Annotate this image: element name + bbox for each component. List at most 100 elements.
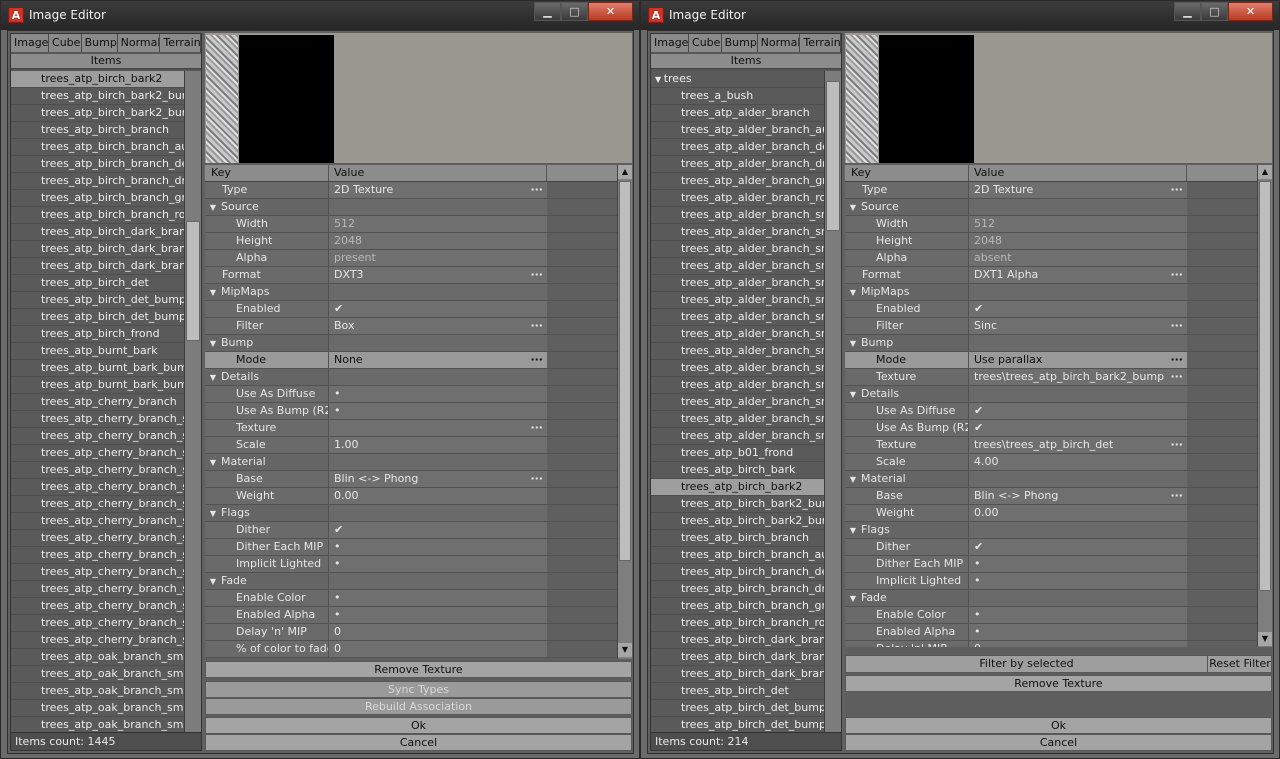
items-scroll-thumb[interactable] (826, 81, 840, 231)
title-bar[interactable]: A Image Editor ▁ □ ✕ (1, 1, 639, 30)
list-item[interactable]: trees_atp_oak_branch_sm1 (11, 649, 185, 666)
list-item[interactable]: trees_atp_birch_branch (11, 122, 185, 139)
list-item[interactable]: trees_atp_birch_branch_dead (651, 564, 825, 581)
property-value[interactable]: ··· (329, 420, 547, 436)
list-item[interactable]: trees_atp_birch_bark2_bump# (651, 513, 825, 530)
property-row[interactable]: Dither Each MIP • (845, 556, 1272, 573)
ok-button[interactable]: Ok (845, 717, 1272, 734)
ellipsis-icon[interactable]: ··· (1170, 437, 1183, 453)
property-row[interactable]: Implicit Lighted • (205, 556, 632, 573)
list-item[interactable]: trees_atp_cherry_branch_sm1_ (11, 428, 185, 445)
list-item[interactable]: trees_atp_birch_dark_branch (11, 224, 185, 241)
list-item[interactable]: trees_atp_cherry_branch_sm1_ (11, 496, 185, 513)
property-row[interactable]: Base Blin <-> Phong ··· (845, 488, 1272, 505)
property-value[interactable]: 2D Texture ··· (969, 182, 1187, 198)
property-row[interactable]: Base Blin <-> Phong ··· (205, 471, 632, 488)
list-item[interactable]: trees_atp_cherry_branch_sm2_ (11, 581, 185, 598)
list-item[interactable]: trees_atp_birch_branch (651, 530, 825, 547)
property-value[interactable]: 1.00 (329, 437, 547, 453)
sync-types-button[interactable]: Sync Types (205, 681, 632, 698)
collapse-triangle-icon[interactable]: ▼ (845, 336, 861, 351)
property-row[interactable]: Texture trees\trees_atp_birch_det ··· (845, 437, 1272, 454)
tab-cube[interactable]: Cube (49, 34, 82, 52)
property-row[interactable]: Implicit Lighted • (845, 573, 1272, 590)
property-row[interactable]: Alpha absent (845, 250, 1272, 267)
list-item[interactable]: trees_atp_cherry_branch_sm1_ (11, 479, 185, 496)
list-item[interactable]: trees_atp_cherry_branch_sm1_ (11, 445, 185, 462)
property-value[interactable]: 2048 (969, 233, 1187, 249)
property-row[interactable]: Enable Color • (845, 607, 1272, 624)
property-value[interactable]: • (969, 573, 1187, 589)
list-item[interactable]: trees_atp_cherry_branch_sm2_ (11, 564, 185, 581)
property-row[interactable]: Weight 0.00 (845, 505, 1272, 522)
reset-filter-button[interactable]: Reset Filter (1209, 656, 1271, 672)
key-column-header[interactable]: Key (845, 165, 969, 181)
list-item[interactable]: trees_atp_birch_bark2_bump# (11, 105, 185, 122)
property-row[interactable]: Use As Bump (R2) • (205, 403, 632, 420)
property-row[interactable]: Scale 1.00 (205, 437, 632, 454)
property-value[interactable]: Blin <-> Phong ··· (329, 471, 547, 487)
list-item[interactable]: trees_atp_birch_dark_branch_ (651, 649, 825, 666)
ellipsis-icon[interactable]: ··· (530, 182, 543, 198)
property-row[interactable]: Enabled ✔ (205, 301, 632, 318)
ellipsis-icon[interactable]: ··· (1170, 488, 1183, 504)
close-button[interactable]: ✕ (1228, 2, 1273, 21)
property-value[interactable]: ✔ (969, 403, 1187, 419)
ellipsis-icon[interactable]: ··· (1170, 352, 1183, 368)
minimize-button[interactable]: ▁ (534, 2, 561, 21)
property-row[interactable]: Mode Use parallax ··· (845, 352, 1272, 369)
property-value[interactable]: 0 (329, 624, 547, 640)
list-item[interactable]: trees_atp_birch_det_bump# (11, 309, 185, 326)
remove-texture-button[interactable]: Remove Texture (205, 661, 632, 678)
list-item[interactable]: trees_atp_birch_branch_green (11, 190, 185, 207)
property-row[interactable]: Dither ✔ (845, 539, 1272, 556)
property-value[interactable]: ✔ (969, 420, 1187, 436)
list-item[interactable]: trees_atp_alder_branch_sm2_ (651, 411, 825, 428)
ellipsis-icon[interactable]: ··· (530, 267, 543, 283)
property-group[interactable]: ▼ MipMaps (205, 284, 632, 301)
list-item[interactable]: trees_atp_birch_branch_green (651, 598, 825, 615)
scroll-up-icon[interactable]: ▲ (618, 165, 632, 179)
list-item[interactable]: trees_atp_alder_branch_sm2_ (651, 428, 825, 445)
property-group[interactable]: ▼ Flags (845, 522, 1272, 539)
property-value[interactable]: DXT3 ··· (329, 267, 547, 283)
property-row[interactable]: Width 512 (845, 216, 1272, 233)
collapse-triangle-icon[interactable]: ▼ (205, 285, 221, 300)
list-item[interactable]: trees_atp_burnt_bark_bump (11, 360, 185, 377)
list-item[interactable]: trees_atp_birch_frond (11, 326, 185, 343)
list-item[interactable]: trees_atp_alder_branch_sm1_ (651, 224, 825, 241)
property-row[interactable]: Use As Bump (R2) ✔ (845, 420, 1272, 437)
property-row[interactable]: Width 512 (205, 216, 632, 233)
items-scrollbar[interactable] (824, 71, 841, 732)
ellipsis-icon[interactable]: ··· (530, 318, 543, 334)
property-value[interactable]: • (329, 556, 547, 572)
list-item[interactable]: trees_atp_alder_branch_dry (651, 156, 825, 173)
collapse-triangle-icon[interactable]: ▼ (205, 336, 221, 351)
key-column-header[interactable]: Key (205, 165, 329, 181)
properties-scrollbar[interactable]: ▲ ▼ (617, 165, 632, 659)
property-value[interactable]: Blin <-> Phong ··· (969, 488, 1187, 504)
ellipsis-icon[interactable]: ··· (530, 471, 543, 487)
list-item[interactable]: trees_atp_alder_branch_sm1_ (651, 258, 825, 275)
property-value[interactable]: 4.00 (969, 454, 1187, 470)
list-item[interactable]: trees_atp_birch_branch_dry (651, 581, 825, 598)
list-item[interactable]: trees_atp_oak_branch_sm1_g (11, 717, 185, 732)
property-row[interactable]: Dither ✔ (205, 522, 632, 539)
list-item[interactable]: trees_atp_alder_branch_rotten (651, 190, 825, 207)
list-item[interactable]: trees_atp_alder_branch_sm1_ (651, 241, 825, 258)
property-value[interactable]: Sinc ··· (969, 318, 1187, 334)
tab-normal[interactable]: Normal (757, 34, 801, 52)
list-item[interactable]: trees_atp_alder_branch_sm2_ (651, 377, 825, 394)
property-group[interactable]: ▼ Details (845, 386, 1272, 403)
list-item[interactable]: trees_atp_birch_dark_branch_ (11, 241, 185, 258)
list-item[interactable]: trees_atp_cherry_branch_sm2_ (11, 615, 185, 632)
collapse-triangle-icon[interactable]: ▼ (205, 200, 221, 215)
list-item[interactable]: trees_atp_cherry_branch_sm2_ (11, 632, 185, 649)
list-item[interactable]: trees_atp_birch_dark_branch_ (11, 258, 185, 275)
property-row[interactable]: Alpha present (205, 250, 632, 267)
property-row[interactable]: Filter Box ··· (205, 318, 632, 335)
property-row[interactable]: Use As Diffuse ✔ (845, 403, 1272, 420)
list-item[interactable]: trees_atp_birch_dark_branch (651, 632, 825, 649)
list-item[interactable]: trees_atp_birch_bark2_bump (11, 88, 185, 105)
maximize-button[interactable]: □ (561, 2, 588, 21)
